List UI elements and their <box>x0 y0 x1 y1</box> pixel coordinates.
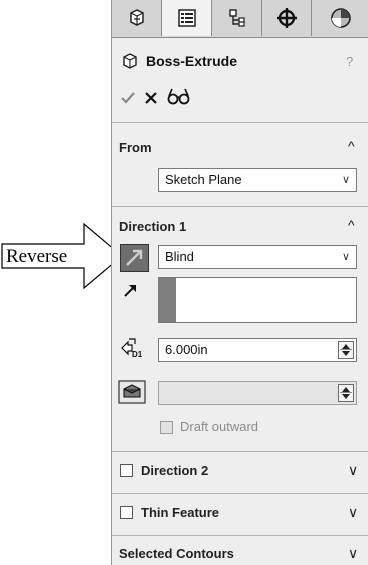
from-collapse-chevron-icon[interactable]: ^ <box>348 138 355 154</box>
selection-color-swatch <box>159 278 176 322</box>
selected-contours-expand-chevron-icon[interactable]: ∨ <box>348 545 358 562</box>
direction1-collapse-chevron-icon[interactable]: ^ <box>348 217 355 233</box>
draft-outward-checkbox[interactable] <box>160 421 173 434</box>
tab-display-manager[interactable] <box>312 0 368 36</box>
svg-text:D1: D1 <box>132 350 143 359</box>
depth-dimension-icon: D1 <box>121 338 143 359</box>
tab-feature-manager[interactable] <box>112 0 162 36</box>
direction2-section-title: Direction 2 <box>141 463 209 478</box>
start-condition-value: Sketch Plane <box>165 172 242 187</box>
direction1-section-title: Direction 1 <box>119 219 187 234</box>
reverse-arrow-icon <box>126 249 143 266</box>
start-condition-select[interactable]: Sketch Plane ∨ <box>158 168 357 192</box>
chevron-down-icon: ∨ <box>341 251 350 263</box>
property-manager-panel: Boss-Extrude ? From ^ Sketch Plane ∨ Dir… <box>111 0 368 565</box>
dimxpert-manager-icon <box>276 8 297 28</box>
feature-manager-icon <box>129 9 144 26</box>
selected-contours-section-title: Selected Contours <box>119 546 234 561</box>
thin-feature-checkbox[interactable] <box>120 506 133 519</box>
reverse-direction-button[interactable] <box>120 244 149 272</box>
close-icon[interactable] <box>144 91 158 105</box>
draft-angle-input[interactable] <box>158 381 357 405</box>
draft-angle-spinner[interactable] <box>338 384 354 402</box>
help-icon[interactable]: ? <box>346 54 353 69</box>
draft-outward-label: Draft outward <box>180 419 259 434</box>
reverse-annotation-label: Reverse <box>6 246 68 267</box>
tab-dimxpert-manager[interactable] <box>262 0 312 36</box>
depth-spinner[interactable] <box>338 341 354 359</box>
from-section-title: From <box>119 140 152 155</box>
direction-reference-selection-box[interactable] <box>158 277 357 323</box>
thin-feature-section-title: Thin Feature <box>141 505 220 520</box>
end-condition-select[interactable]: Blind ∨ <box>158 245 357 269</box>
thin-feature-expand-chevron-icon[interactable]: ∨ <box>348 504 358 521</box>
feature-title: Boss-Extrude <box>146 53 238 69</box>
manager-tab-bar <box>112 0 368 38</box>
display-manager-icon <box>330 8 351 28</box>
tab-configuration-manager[interactable] <box>212 0 262 36</box>
draft-on-off-icon[interactable] <box>118 380 146 404</box>
property-manager-icon <box>177 9 196 27</box>
direction-vector-icon <box>124 285 136 297</box>
depth-input[interactable]: 6.000in <box>158 338 357 362</box>
boss-extrude-icon <box>123 53 137 69</box>
end-condition-value: Blind <box>165 249 194 264</box>
direction2-checkbox[interactable] <box>120 464 133 477</box>
tab-property-manager[interactable] <box>162 0 212 36</box>
direction2-expand-chevron-icon[interactable]: ∨ <box>348 462 358 479</box>
chevron-down-icon: ∨ <box>341 174 350 186</box>
configuration-manager-icon <box>228 9 245 27</box>
checkmark-icon[interactable] <box>120 90 136 106</box>
detailed-preview-icon[interactable] <box>166 86 192 106</box>
depth-value: 6.000in <box>165 342 208 357</box>
